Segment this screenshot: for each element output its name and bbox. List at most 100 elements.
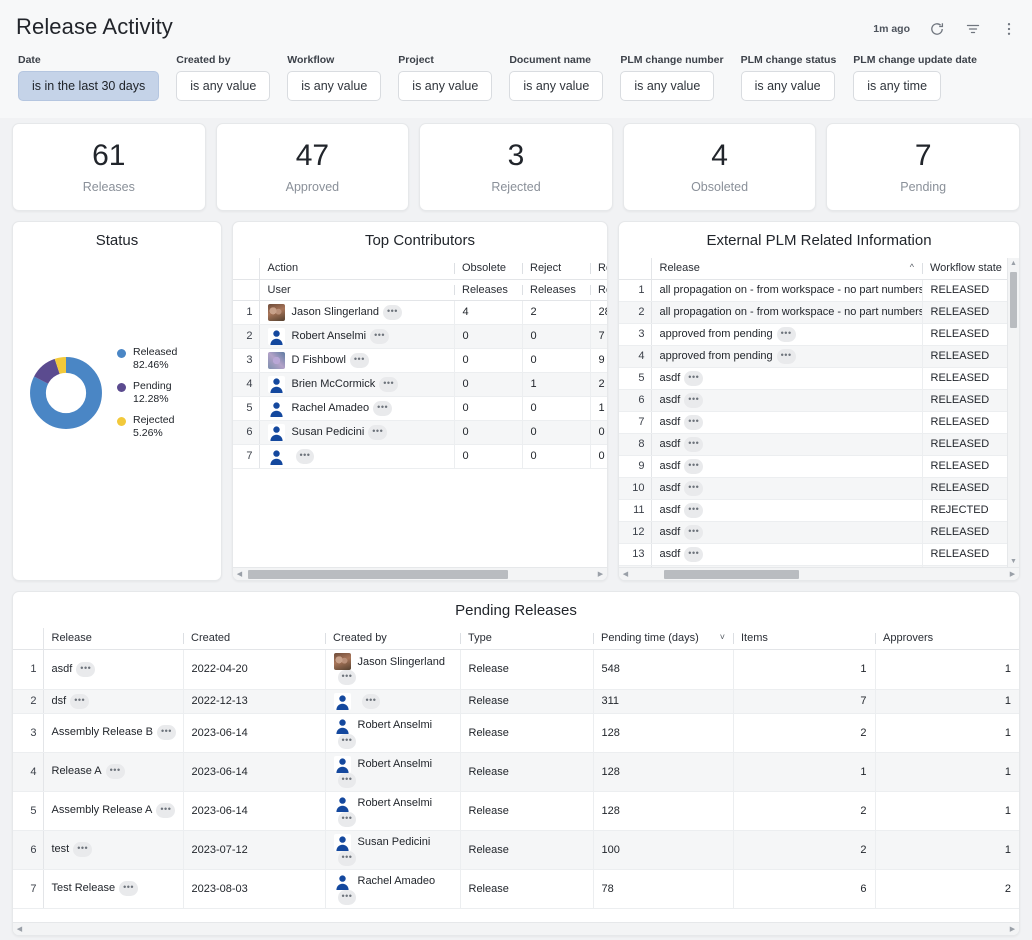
- cell-release[interactable]: Assembly Release B•••: [43, 713, 183, 752]
- column-header-type[interactable]: Type: [460, 628, 593, 649]
- contributors-horizontal-scrollbar[interactable]: ◀ ▶: [233, 567, 607, 580]
- column-header-obsolete-releases[interactable]: Releases: [454, 279, 522, 300]
- ellipsis-menu-icon[interactable]: •••: [70, 694, 89, 709]
- ellipsis-menu-icon[interactable]: •••: [338, 773, 357, 788]
- ellipsis-menu-icon[interactable]: •••: [684, 437, 703, 452]
- ellipsis-menu-icon[interactable]: •••: [370, 329, 389, 344]
- cell-release[interactable]: test•••: [43, 830, 183, 869]
- column-header-release[interactable]: Release ^: [651, 258, 922, 279]
- cell-release[interactable]: all propagation on - from workspace - no…: [651, 279, 922, 301]
- sort-ascending-icon[interactable]: ^: [910, 262, 914, 272]
- scroll-up-icon[interactable]: ▲: [1008, 258, 1019, 269]
- column-header-pending-time[interactable]: Pending time (days) ˅: [593, 628, 733, 649]
- column-header-reject-releases[interactable]: Releases: [522, 279, 590, 300]
- ellipsis-menu-icon[interactable]: •••: [156, 803, 175, 818]
- scroll-right-icon[interactable]: ▶: [1006, 570, 1019, 578]
- cell-release[interactable]: asdf•••: [651, 499, 922, 521]
- ellipsis-menu-icon[interactable]: •••: [76, 662, 95, 677]
- cell-user[interactable]: Jason Slingerland•••: [259, 300, 454, 324]
- ellipsis-menu-icon[interactable]: •••: [350, 353, 369, 368]
- table-row[interactable]: 7•••000: [233, 444, 607, 468]
- ellipsis-menu-icon[interactable]: •••: [338, 890, 357, 905]
- scroll-track[interactable]: [246, 570, 594, 579]
- cell-release[interactable]: asdf•••: [651, 411, 922, 433]
- table-row[interactable]: 7asdf•••RELEASED: [619, 411, 1019, 433]
- scroll-thumb[interactable]: [248, 570, 508, 579]
- ellipsis-menu-icon[interactable]: •••: [368, 425, 387, 440]
- column-header-approvers[interactable]: Approvers: [875, 628, 1019, 649]
- cell-created-by[interactable]: Robert Anselmi•••: [325, 791, 460, 830]
- table-row[interactable]: 3D Fishbowl•••009: [233, 348, 607, 372]
- table-row[interactable]: 4approved from pending•••RELEASED: [619, 345, 1019, 367]
- cell-user[interactable]: D Fishbowl•••: [259, 348, 454, 372]
- ellipsis-menu-icon[interactable]: •••: [296, 449, 315, 464]
- kpi-rejected[interactable]: 3 Rejected: [419, 123, 613, 211]
- ellipsis-menu-icon[interactable]: •••: [777, 327, 796, 342]
- pending-horizontal-scrollbar[interactable]: ◀ ▶: [13, 922, 1019, 935]
- filter-icon[interactable]: [964, 20, 982, 38]
- ellipsis-menu-icon[interactable]: •••: [684, 393, 703, 408]
- cell-release[interactable]: Release A•••: [43, 752, 183, 791]
- ellipsis-menu-icon[interactable]: •••: [684, 547, 703, 562]
- cell-release[interactable]: asdf•••: [43, 649, 183, 689]
- group-header-action[interactable]: Action: [259, 258, 454, 279]
- cell-release[interactable]: Assembly Release A•••: [43, 791, 183, 830]
- filter-value-date[interactable]: is in the last 30 days: [18, 71, 159, 101]
- ellipsis-menu-icon[interactable]: •••: [684, 371, 703, 386]
- ellipsis-menu-icon[interactable]: •••: [684, 415, 703, 430]
- filter-value-project[interactable]: is any value: [398, 71, 492, 101]
- table-row[interactable]: 4Release A•••2023-06-14Robert Anselmi•••…: [13, 752, 1019, 791]
- table-row[interactable]: 5Assembly Release A•••2023-06-14Robert A…: [13, 791, 1019, 830]
- cell-release[interactable]: asdf•••: [651, 367, 922, 389]
- table-row[interactable]: 10asdf•••RELEASED: [619, 477, 1019, 499]
- table-row[interactable]: 6Susan Pedicini•••000: [233, 420, 607, 444]
- cell-release[interactable]: asdf•••: [651, 477, 922, 499]
- table-row[interactable]: 5Rachel Amadeo•••001: [233, 396, 607, 420]
- table-row[interactable]: 6asdf•••RELEASED: [619, 389, 1019, 411]
- table-row[interactable]: 5asdf•••RELEASED: [619, 367, 1019, 389]
- filter-value-plm-change-status[interactable]: is any value: [741, 71, 835, 101]
- ellipsis-menu-icon[interactable]: •••: [684, 503, 703, 518]
- table-row[interactable]: 7Test Release•••2023-08-03Rachel Amadeo•…: [13, 869, 1019, 908]
- ellipsis-menu-icon[interactable]: •••: [383, 305, 402, 320]
- table-row[interactable]: 2Robert Anselmi•••007: [233, 324, 607, 348]
- scroll-right-icon[interactable]: ▶: [594, 570, 607, 578]
- more-vertical-icon[interactable]: [1000, 20, 1018, 38]
- kpi-approved[interactable]: 47 Approved: [216, 123, 410, 211]
- filter-value-document-name[interactable]: is any value: [509, 71, 603, 101]
- column-header-items[interactable]: Items: [733, 628, 875, 649]
- ellipsis-menu-icon[interactable]: •••: [684, 459, 703, 474]
- filter-value-created-by[interactable]: is any value: [176, 71, 270, 101]
- column-header-user[interactable]: User: [259, 279, 454, 300]
- filter-value-workflow[interactable]: is any value: [287, 71, 381, 101]
- scroll-right-icon[interactable]: ▶: [1006, 925, 1019, 933]
- cell-created-by[interactable]: •••: [325, 689, 460, 713]
- cell-created-by[interactable]: Robert Anselmi•••: [325, 713, 460, 752]
- table-row[interactable]: 9asdf•••RELEASED: [619, 455, 1019, 477]
- cell-created-by[interactable]: Susan Pedicini•••: [325, 830, 460, 869]
- cell-user[interactable]: Rachel Amadeo•••: [259, 396, 454, 420]
- cell-created-by[interactable]: Jason Slingerland•••: [325, 649, 460, 689]
- cell-user[interactable]: Robert Anselmi•••: [259, 324, 454, 348]
- cell-release[interactable]: asdf•••: [651, 389, 922, 411]
- ellipsis-menu-icon[interactable]: •••: [73, 842, 92, 857]
- sort-descending-icon[interactable]: ˅: [720, 632, 725, 642]
- column-header-created[interactable]: Created: [183, 628, 325, 649]
- cell-user[interactable]: •••: [259, 444, 454, 468]
- group-header-reject[interactable]: Reject: [522, 258, 590, 279]
- table-row[interactable]: 1asdf•••2022-04-20Jason Slingerland•••Re…: [13, 649, 1019, 689]
- table-row[interactable]: 11asdf•••REJECTED: [619, 499, 1019, 521]
- ellipsis-menu-icon[interactable]: •••: [373, 401, 392, 416]
- scroll-thumb[interactable]: [1010, 272, 1017, 328]
- kpi-releases[interactable]: 61 Releases: [12, 123, 206, 211]
- cell-release[interactable]: approved from pending•••: [651, 323, 922, 345]
- donut-svg[interactable]: [29, 356, 103, 430]
- ellipsis-menu-icon[interactable]: •••: [338, 851, 357, 866]
- ellipsis-menu-icon[interactable]: •••: [338, 670, 357, 685]
- ellipsis-menu-icon[interactable]: •••: [684, 525, 703, 540]
- table-row[interactable]: 8asdf•••RELEASED: [619, 433, 1019, 455]
- cell-release[interactable]: asdf•••: [651, 433, 922, 455]
- column-header-release-releases[interactable]: Releases: [590, 279, 607, 300]
- cell-user[interactable]: Brien McCormick•••: [259, 372, 454, 396]
- ellipsis-menu-icon[interactable]: •••: [157, 725, 176, 740]
